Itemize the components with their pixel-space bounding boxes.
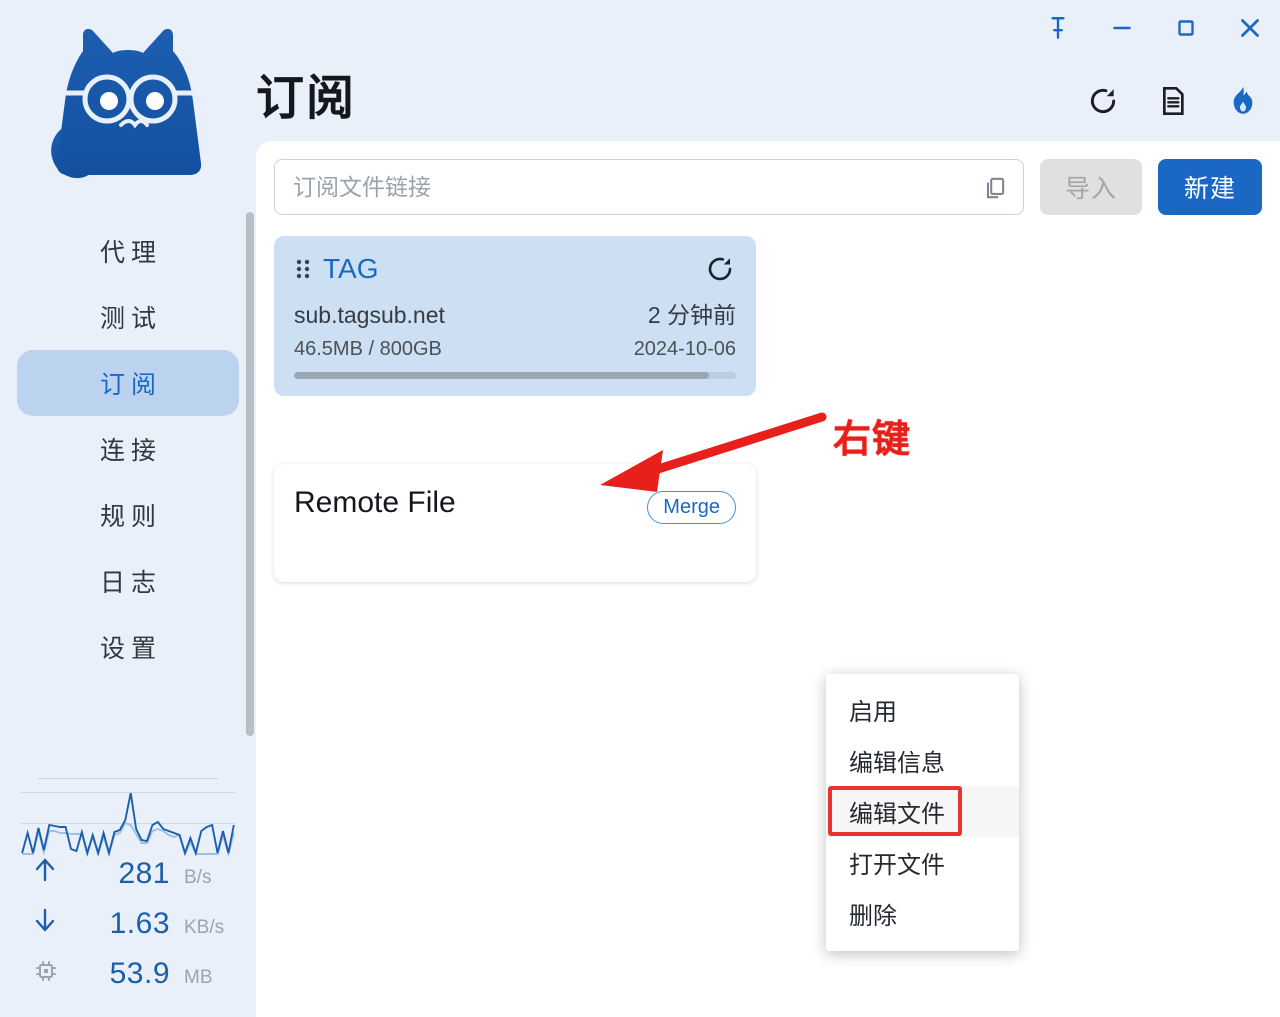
maximize-icon[interactable] — [1166, 8, 1206, 48]
sidebar-item-label: 规则 — [99, 503, 162, 531]
sidebar-item-profiles[interactable]: 订阅 — [17, 350, 239, 416]
sidebar-divider — [38, 778, 218, 779]
content-panel: 导入 新建 — [256, 141, 1280, 1017]
profile-host: sub.tagsub.net — [294, 302, 445, 328]
remote-file-title: Remote File — [294, 486, 456, 519]
copy-icon[interactable] — [981, 174, 1009, 202]
document-icon[interactable] — [1152, 80, 1194, 122]
download-unit: KB/s — [184, 917, 225, 938]
window-controls — [1038, 8, 1270, 48]
context-menu-item-edit-info[interactable]: 编辑信息 — [826, 735, 1019, 786]
sidebar-item-label: 代理 — [99, 239, 162, 267]
sidebar-stats-panel: 281 B/s 1.63 KB/s 53.9 MB — [0, 778, 256, 1017]
traffic-sparkline-chart — [20, 792, 236, 857]
sidebar-item-label: 订阅 — [99, 371, 162, 399]
memory-unit: MB — [184, 967, 213, 988]
drag-dots-icon[interactable] — [294, 257, 314, 281]
profile-list: TAG sub.tagsub.net 2 分钟前 46.5MB / 800GB … — [274, 236, 1262, 582]
profile-card-header: TAG — [294, 250, 736, 288]
arrow-up-icon — [34, 857, 74, 883]
upload-value: 281 — [118, 857, 170, 890]
sidebar-item-logs[interactable]: 日志 — [17, 548, 239, 614]
download-value: 1.63 — [109, 907, 170, 940]
content-scrollbar[interactable] — [246, 212, 254, 736]
profile-expire: 2024-10-06 — [633, 338, 736, 360]
pin-icon[interactable] — [1038, 8, 1078, 48]
chip-icon — [34, 959, 74, 983]
context-menu-item-open-file[interactable]: 打开文件 — [826, 837, 1019, 888]
minimize-icon[interactable] — [1102, 8, 1142, 48]
subscription-url-field[interactable] — [274, 159, 1024, 215]
sidebar-item-label: 设置 — [99, 635, 162, 663]
context-menu-item-edit-file[interactable]: 编辑文件 — [826, 786, 1019, 837]
upload-unit: B/s — [184, 867, 212, 888]
sidebar-item-settings[interactable]: 设置 — [17, 614, 239, 680]
profile-usage-bar — [294, 372, 736, 379]
status-badge[interactable]: Merge — [647, 491, 736, 524]
context-menu-item-enable[interactable]: 启用 — [826, 684, 1019, 735]
header: 订阅 — [256, 0, 1280, 141]
arrow-down-icon — [34, 907, 74, 933]
close-icon[interactable] — [1230, 8, 1270, 48]
profile-updated: 2 分钟前 — [647, 302, 736, 328]
stat-download: 1.63 KB/s — [20, 907, 236, 957]
search-input[interactable] — [275, 173, 1023, 201]
annotation-label: 右键 — [833, 419, 912, 461]
profile-traffic-row: 46.5MB / 800GB 2024-10-06 — [294, 338, 736, 361]
profile-name: TAG — [323, 253, 379, 284]
context-menu-item-delete[interactable]: 删除 — [826, 888, 1019, 939]
stat-upload: 281 B/s — [20, 857, 236, 907]
app-window: 代理 测试 订阅 连接 规则 日志 设置 281 B/s 1.63 KB/s 5… — [0, 0, 1280, 1017]
page-title: 订阅 — [256, 72, 357, 125]
profile-card-tag[interactable]: TAG sub.tagsub.net 2 分钟前 46.5MB / 800GB … — [274, 236, 756, 396]
main-area: 订阅 订阅文件链接 导入 新建 TAG sub.tagsub.net 2 分钟前… — [256, 0, 1280, 1017]
sidebar-nav: 代理 测试 订阅 连接 规则 日志 设置 — [0, 218, 256, 680]
sidebar-item-test[interactable]: 测试 — [17, 284, 239, 350]
stat-memory: 53.9 MB — [20, 957, 236, 1007]
refresh-icon[interactable] — [704, 253, 736, 285]
profile-traffic: 46.5MB / 800GB — [294, 338, 442, 360]
sidebar-item-label: 连接 — [99, 437, 162, 465]
flame-icon[interactable] — [1222, 80, 1264, 122]
profile-host-row: sub.tagsub.net 2 分钟前 — [294, 296, 736, 330]
refresh-icon[interactable] — [1082, 80, 1124, 122]
sidebar-item-label: 日志 — [99, 569, 162, 597]
profile-card-remote-file[interactable]: Remote File Merge — [274, 464, 756, 582]
sidebar-item-rules[interactable]: 规则 — [17, 482, 239, 548]
context-menu: 启用 编辑信息 编辑文件 打开文件 删除 — [826, 674, 1019, 951]
sidebar-item-connections[interactable]: 连接 — [17, 416, 239, 482]
sidebar-item-proxies[interactable]: 代理 — [17, 218, 239, 284]
sidebar: 代理 测试 订阅 连接 规则 日志 设置 281 B/s 1.63 KB/s 5… — [0, 0, 256, 1017]
profile-toolbar: 导入 新建 — [274, 159, 1262, 215]
header-tools — [1082, 80, 1264, 122]
app-logo — [0, 0, 256, 218]
new-profile-button[interactable]: 新建 — [1158, 159, 1262, 215]
memory-value: 53.9 — [109, 957, 170, 990]
import-button[interactable]: 导入 — [1040, 159, 1142, 215]
sidebar-item-label: 测试 — [99, 305, 162, 333]
profile-usage-fill — [294, 372, 710, 379]
